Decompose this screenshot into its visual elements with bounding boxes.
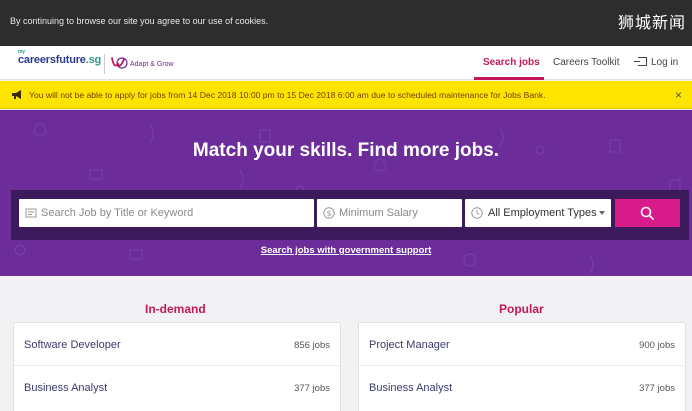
- logo-suffix: .sg: [85, 54, 102, 66]
- login-icon: [634, 57, 647, 66]
- employment-type-value: All Employment Types: [488, 207, 597, 219]
- megaphone-icon: [12, 90, 21, 99]
- logo-main-text: careersfuture: [18, 54, 86, 66]
- cookie-banner-text: By continuing to browse our site you agr…: [10, 16, 269, 26]
- in-demand-heading: In-demand: [145, 302, 206, 316]
- search-panel: $ All Employment Types: [11, 190, 689, 240]
- adapt-grow-mark-icon: [111, 57, 128, 69]
- svg-text:$: $: [326, 209, 331, 218]
- cookie-banner: By continuing to browse our site you agr…: [0, 0, 692, 46]
- nav-active-indicator: [474, 77, 544, 80]
- maintenance-notice: You will not be able to apply for jobs f…: [0, 81, 692, 109]
- nav-log-in[interactable]: Log in: [634, 57, 679, 68]
- nav-search-jobs[interactable]: Search jobs: [483, 57, 540, 68]
- adapt-grow-label: Adapt & Grow: [130, 61, 174, 68]
- job-search-field[interactable]: [19, 199, 314, 227]
- job-title: Software Developer: [24, 339, 121, 351]
- hero-title: Match your skills. Find more jobs.: [192, 140, 500, 161]
- nav-log-in-label: Log in: [651, 57, 679, 68]
- job-count: 856 jobs: [294, 340, 330, 351]
- job-search-input[interactable]: [41, 199, 310, 227]
- job-title: Project Manager: [369, 339, 450, 351]
- government-support-link[interactable]: Search jobs with government support: [0, 245, 692, 256]
- list-item[interactable]: Software Developer 856 jobs: [14, 323, 340, 366]
- salary-field[interactable]: $: [317, 199, 462, 227]
- search-icon: [640, 206, 654, 220]
- job-count: 377 jobs: [639, 383, 675, 394]
- hero-section: Match your skills. Find more jobs. $ All…: [0, 110, 692, 276]
- chevron-down-icon: [599, 211, 605, 215]
- logo-prefix: my: [18, 49, 25, 55]
- watermark-text: 狮城新闻: [617, 13, 686, 32]
- job-title: Business Analyst: [369, 382, 453, 394]
- maintenance-text: You will not be able to apply for jobs f…: [29, 90, 546, 100]
- list-item[interactable]: Business Analyst 377 jobs: [14, 366, 340, 409]
- list-item[interactable]: Project Manager 900 jobs: [359, 323, 685, 366]
- list-item[interactable]: Business Analyst 377 jobs: [359, 366, 685, 409]
- in-demand-list: Software Developer 856 jobs Business Ana…: [13, 322, 341, 411]
- minimum-salary-input[interactable]: [339, 199, 458, 227]
- logo-divider: [104, 54, 105, 74]
- dollar-icon: $: [323, 207, 335, 219]
- search-button[interactable]: [615, 199, 680, 227]
- nav-careers-toolkit[interactable]: Careers Toolkit: [553, 57, 620, 68]
- job-card-icon: [25, 208, 37, 218]
- close-icon[interactable]: ×: [675, 88, 682, 102]
- job-title: Business Analyst: [24, 382, 108, 394]
- employment-type-select[interactable]: All Employment Types: [465, 199, 611, 227]
- popular-heading: Popular: [499, 302, 544, 316]
- careersfuture-logo[interactable]: my careersfuture.sg: [18, 49, 102, 66]
- clock-icon: [471, 207, 483, 219]
- site-header: my careersfuture.sg Adapt & Grow Search …: [0, 46, 692, 80]
- job-count: 377 jobs: [294, 383, 330, 394]
- popular-list: Project Manager 900 jobs Business Analys…: [358, 322, 686, 411]
- job-count: 900 jobs: [639, 340, 675, 351]
